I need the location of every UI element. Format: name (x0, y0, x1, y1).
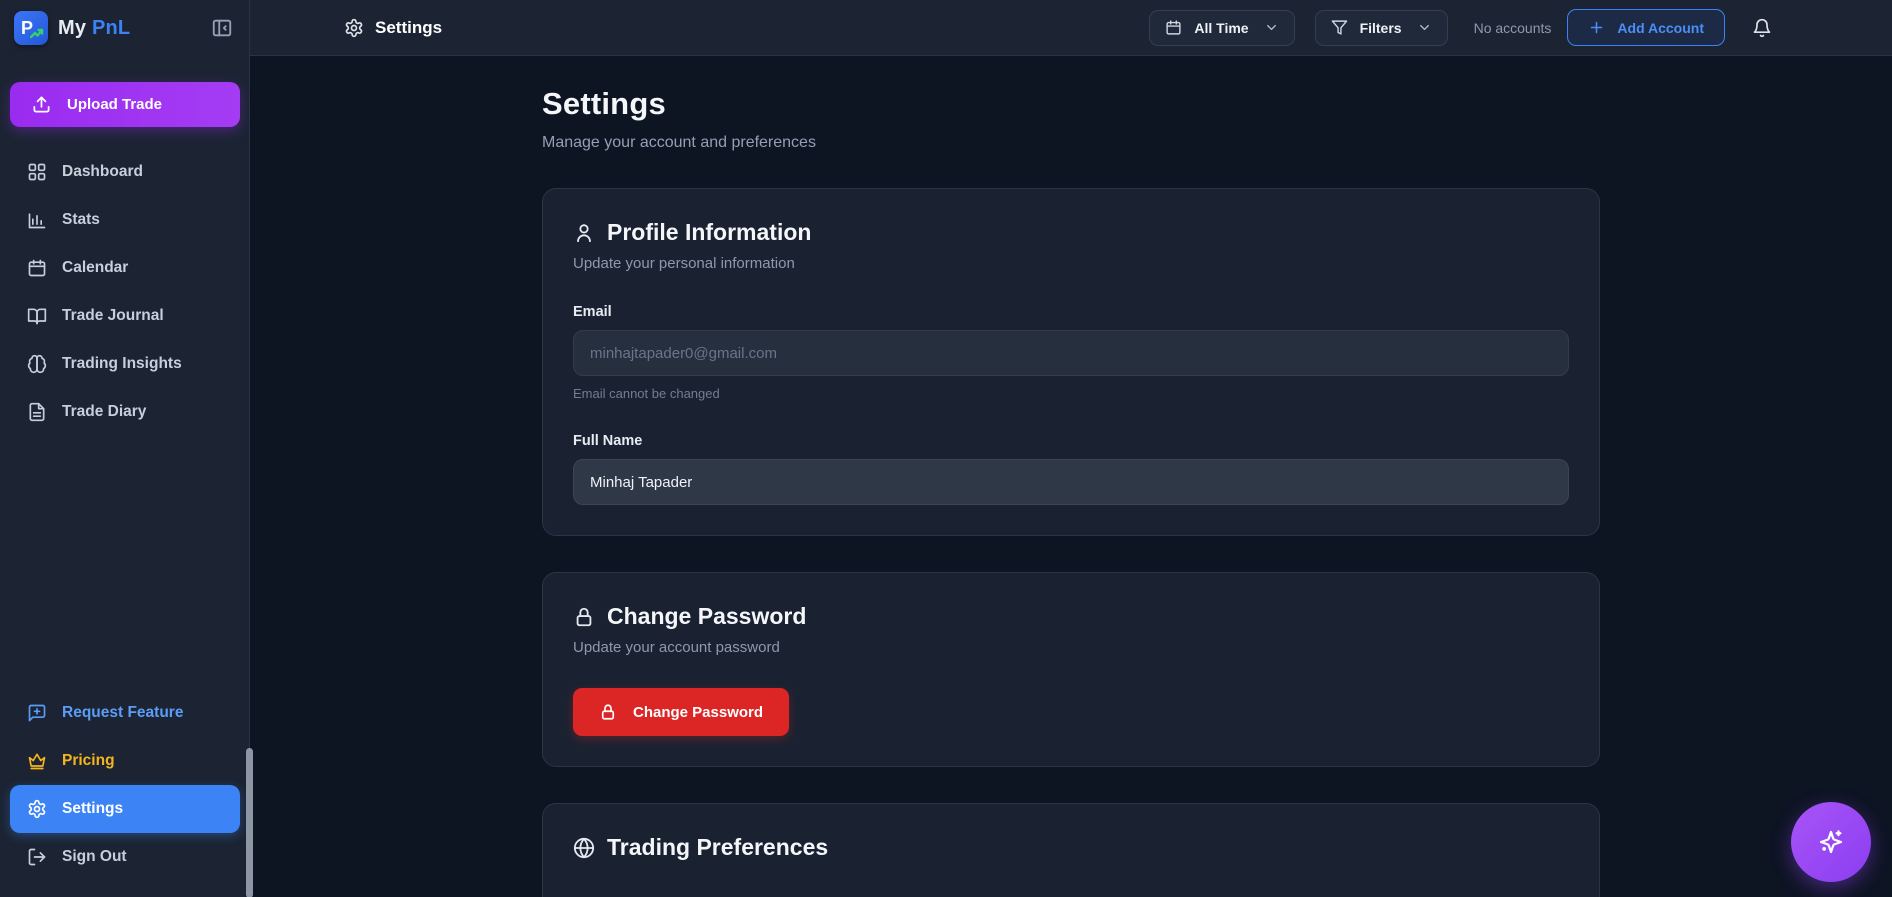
message-plus-icon (28, 704, 46, 722)
topbar: Settings All Time Filters No accounts Ad… (250, 0, 1892, 56)
sidebar-header: P My PnL (0, 0, 249, 56)
notifications-bell-icon[interactable] (1752, 18, 1772, 38)
calendar-icon (28, 259, 46, 277)
trend-arrow-icon (30, 28, 44, 39)
accounts-status: No accounts (1473, 19, 1552, 36)
gear-icon (28, 799, 46, 819)
upload-icon (33, 96, 50, 113)
sidebar-footer-nav: Request Feature Pricing Settings Sign Ou… (10, 689, 240, 881)
logout-icon (28, 848, 46, 866)
upload-trade-button[interactable]: Upload Trade (10, 82, 240, 127)
card-title: Profile Information (607, 219, 812, 245)
sidebar-item-request-feature[interactable]: Request Feature (10, 689, 240, 737)
full-name-label: Full Name (573, 433, 643, 449)
brain-icon (27, 354, 47, 374)
gear-icon (345, 18, 363, 37)
sidebar-item-sign-out[interactable]: Sign Out (10, 833, 240, 881)
card-title: Change Password (607, 603, 807, 629)
page-title: Settings (542, 86, 666, 121)
user-icon (577, 223, 591, 242)
main-content: Settings Manage your account and prefere… (250, 56, 1892, 897)
chevron-down-icon (1419, 24, 1429, 31)
sidebar-item-dashboard[interactable]: Dashboard (10, 148, 240, 196)
globe-icon (573, 837, 595, 858)
topbar-title: Settings (344, 18, 442, 38)
dashboard-icon (28, 163, 46, 181)
date-range-dropdown[interactable]: All Time (1149, 9, 1295, 46)
lock-icon (576, 607, 592, 626)
app-logo-icon: P (14, 11, 48, 45)
calendar-icon (1166, 20, 1181, 35)
plus-icon (1591, 21, 1603, 34)
sidebar-item-calendar[interactable]: Calendar (10, 244, 240, 292)
sidebar-item-settings[interactable]: Settings (10, 785, 240, 833)
profile-information-card: Profile Information Update your personal… (542, 188, 1600, 536)
sidebar-scrollbar-thumb[interactable] (246, 748, 253, 897)
ai-assistant-fab[interactable] (1791, 802, 1871, 882)
sidebar-item-trade-journal[interactable]: Trade Journal (10, 292, 240, 340)
add-account-button[interactable]: Add Account (1567, 9, 1725, 46)
email-label: Email (573, 304, 612, 320)
lock-icon (601, 704, 615, 720)
email-helper-text: Email cannot be changed (573, 386, 720, 401)
funnel-icon (1331, 20, 1347, 35)
topbar-actions: All Time Filters No accounts Add Account (1149, 9, 1772, 46)
email-field (573, 330, 1569, 376)
card-subtitle: Update your personal information (573, 255, 795, 272)
sidebar: P My PnL Upload Trade Dashboard Stats Ca… (0, 0, 253, 897)
book-open-icon (27, 308, 47, 325)
collapse-sidebar-icon[interactable] (211, 17, 233, 39)
full-name-field[interactable] (573, 459, 1569, 505)
filters-dropdown[interactable]: Filters (1314, 9, 1448, 46)
sidebar-item-stats[interactable]: Stats (10, 196, 240, 244)
page-subtitle: Manage your account and preferences (542, 134, 816, 151)
app-name: My PnL (58, 16, 131, 39)
card-title: Trading Preferences (607, 834, 829, 860)
sparkles-icon (1819, 830, 1843, 854)
crown-icon (28, 753, 46, 770)
change-password-button[interactable]: Change Password (573, 688, 790, 736)
card-subtitle: Update your account password (573, 639, 780, 656)
trading-preferences-card: Trading Preferences (542, 803, 1600, 897)
chevron-down-icon (1266, 24, 1276, 31)
change-password-card: Change Password Update your account pass… (542, 572, 1600, 767)
sidebar-nav: Dashboard Stats Calendar Trade Journal T… (10, 148, 240, 436)
sidebar-item-pricing[interactable]: Pricing (10, 737, 240, 785)
sidebar-item-trade-diary[interactable]: Trade Diary (10, 388, 240, 436)
file-text-icon (29, 402, 45, 422)
sidebar-item-trading-insights[interactable]: Trading Insights (10, 340, 240, 388)
bar-chart-icon (28, 213, 46, 229)
